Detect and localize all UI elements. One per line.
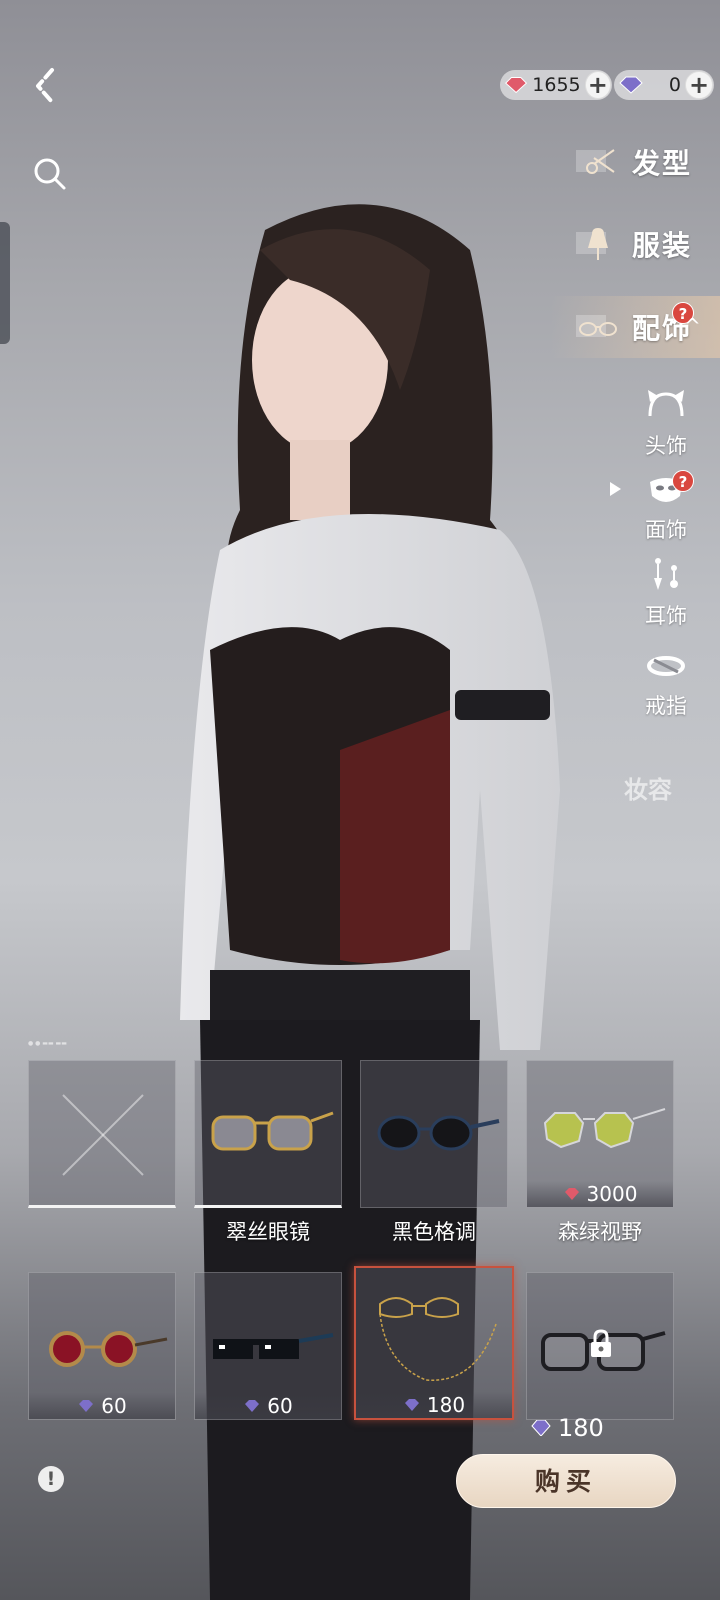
red-round-glasses-icon [49,1331,168,1367]
info-button[interactable]: ! [38,1466,64,1492]
red-gem-icon [505,77,528,94]
subcategory-headwear[interactable]: 头饰 [630,386,702,460]
subcategory-rings[interactable]: 戒指 [630,646,702,720]
item-card-5[interactable]: 60 [194,1272,342,1420]
grid-page-dots: ● ● ▬▬ ▬▬ [28,1040,67,1047]
chevron-up-icon[interactable]: ^ [684,314,701,338]
ring-icon [647,656,685,676]
item-price-6-value: 180 [426,1393,466,1417]
blue-gem-counter: 0 + [614,70,714,100]
scissors-icon [575,149,615,174]
subcategory-headwear-label: 头饰 [645,434,687,458]
back-icon[interactable] [30,66,66,106]
item-price-4: 60 [29,1393,175,1419]
black-glasses-icon [377,1115,500,1151]
category-outfit[interactable]: 服装 [550,214,720,274]
blue-gem-value: 0 [668,74,681,96]
item-card-4[interactable]: 60 [28,1272,176,1420]
none-x-icon [62,1094,144,1176]
chain-glasses-icon [379,1297,497,1381]
subcategory-earrings-label: 耳饰 [645,604,687,628]
category-makeup-partial[interactable]: 妆容 [624,770,672,805]
item-name-3: 森绿视野 [558,1220,642,1244]
face-badge: ? [672,470,694,492]
red-gem-value: 1655 [532,74,581,96]
add-blue-gem-button[interactable]: + [685,71,713,99]
item-price-5-value: 60 [267,1394,293,1418]
gold-glasses-icon [211,1111,334,1151]
blue-gem-icon [79,1400,94,1412]
category-hairstyle[interactable]: 发型 [550,132,720,192]
selected-pointer-icon [610,482,621,496]
item-card-2[interactable] [360,1060,508,1208]
green-glasses-icon [543,1108,666,1149]
earring-icon [654,558,678,590]
item-price-3-value: 3000 [586,1182,638,1206]
buy-button[interactable]: 购买 [456,1454,676,1508]
mannequin-icon [575,228,608,260]
category-outfit-label: 服装 [631,229,692,262]
item-price-6: 180 [356,1392,512,1418]
item-price-4-value: 60 [101,1394,127,1418]
blue-gem-icon [619,76,643,94]
item-card-none[interactable] [28,1060,176,1208]
lock-icon [591,1329,611,1357]
add-red-gem-button[interactable]: + [584,71,611,99]
pixel-glasses-icon [213,1333,334,1359]
cat-ears-icon [648,390,684,417]
blue-gem-icon [404,1399,419,1411]
item-card-6-selected[interactable]: 180 [354,1266,514,1420]
item-card-3[interactable]: 3000 [526,1060,674,1208]
total-price: 180 [530,1414,604,1442]
side-drawer-handle[interactable] [0,222,10,344]
blue-gem-icon [531,1420,551,1436]
item-price-3: 3000 [527,1181,673,1207]
total-price-value: 180 [558,1414,604,1442]
item-card-7-locked[interactable] [526,1272,674,1420]
red-gem-icon [564,1188,579,1200]
item-name-2: 黑色格调 [392,1220,476,1244]
subcategory-face-label: 面饰 [645,518,687,542]
search-icon[interactable] [30,154,70,194]
category-hairstyle-label: 发型 [631,147,692,180]
item-name-1: 翠丝眼镜 [226,1220,310,1244]
subcategory-earrings[interactable]: 耳饰 [630,556,702,630]
red-gem-counter: 1655 + [500,70,612,100]
subcategory-rings-label: 戒指 [645,694,687,718]
blue-gem-icon [245,1400,260,1412]
item-price-5: 60 [195,1393,341,1419]
item-card-1[interactable] [194,1060,342,1208]
glasses-icon [575,315,617,337]
